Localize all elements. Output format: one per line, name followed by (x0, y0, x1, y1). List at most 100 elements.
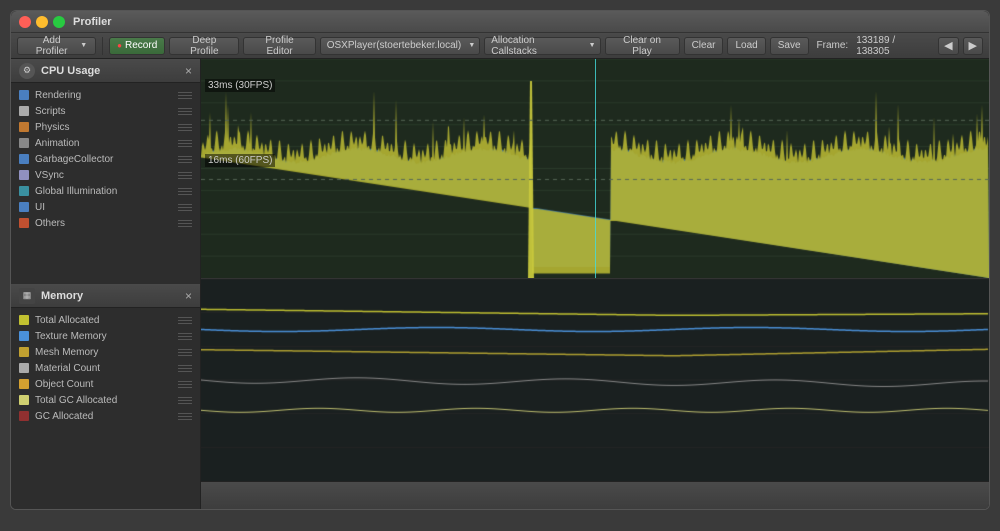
legend-line-1 (178, 156, 192, 157)
record-button[interactable]: ● Record (109, 37, 165, 55)
legend-color-swatch (19, 411, 29, 421)
legend-item-label: Total Allocated (35, 315, 100, 326)
legend-line-3 (178, 323, 192, 324)
legend-lines (178, 397, 192, 404)
legend-line-3 (178, 210, 192, 211)
legend-color-swatch (19, 170, 29, 180)
main-content: ⚙ CPU Usage × Rendering Scripts Physics (11, 59, 989, 509)
legend-lines (178, 92, 192, 99)
legend-line-2 (178, 159, 192, 160)
allocation-dropdown-label: Allocation Callstacks (491, 35, 581, 57)
profile-editor-button[interactable]: Profile Editor (243, 37, 315, 55)
legend-line-1 (178, 381, 192, 382)
save-button[interactable]: Save (770, 37, 809, 55)
legend-line-3 (178, 114, 192, 115)
cpu-legend-list: Rendering Scripts Physics (11, 83, 200, 284)
next-icon: ▶ (969, 39, 977, 52)
next-frame-button[interactable]: ▶ (963, 37, 983, 55)
legend-color-swatch (19, 202, 29, 212)
legend-line-1 (178, 317, 192, 318)
legend-color-swatch (19, 315, 29, 325)
legend-line-1 (178, 124, 192, 125)
memory-panel-close-button[interactable]: × (185, 290, 192, 302)
cpu-33ms-label: 33ms (30FPS) (205, 79, 275, 92)
legend-lines (178, 204, 192, 211)
clear-on-play-label: Clear on Play (613, 35, 672, 57)
legend-item-label: Texture Memory (35, 331, 107, 342)
target-dropdown[interactable]: OSXPlayer(stoertebeker.local) (320, 37, 481, 55)
legend-lines (178, 413, 192, 420)
legend-line-3 (178, 146, 192, 147)
load-label: Load (735, 40, 757, 51)
legend-line-2 (178, 111, 192, 112)
window-controls (19, 16, 65, 28)
legend-color-swatch (19, 379, 29, 389)
legend-item-label: GarbageCollector (35, 154, 113, 165)
maximize-button[interactable] (53, 16, 65, 28)
legend-item-label: Material Count (35, 363, 100, 374)
legend-color-swatch (19, 138, 29, 148)
cpu-chart[interactable]: 33ms (30FPS) 16ms (60FPS) (201, 59, 989, 279)
legend-item-label: Global Illumination (35, 186, 117, 197)
legend-color-swatch (19, 154, 29, 164)
legend-item-label: Others (35, 218, 65, 229)
memory-legend-item: Total Allocated (11, 312, 200, 328)
legend-color-swatch (19, 90, 29, 100)
legend-line-2 (178, 223, 192, 224)
legend-line-1 (178, 413, 192, 414)
load-button[interactable]: Load (727, 37, 765, 55)
add-profiler-label: Add Profiler (26, 35, 77, 57)
right-panel: 33ms (30FPS) 16ms (60FPS) (201, 59, 989, 509)
frame-value: 133189 / 138305 (856, 35, 930, 57)
prev-icon: ◀ (944, 39, 952, 52)
legend-item-label: Object Count (35, 379, 93, 390)
window-title: Profiler (73, 16, 112, 28)
memory-panel-title: Memory (41, 290, 83, 302)
legend-line-3 (178, 194, 192, 195)
legend-item-label: GC Allocated (35, 411, 93, 422)
allocation-dropdown[interactable]: Allocation Callstacks (484, 37, 600, 55)
add-profiler-button[interactable]: Add Profiler ▼ (17, 37, 96, 55)
legend-line-2 (178, 95, 192, 96)
legend-line-3 (178, 162, 192, 163)
cpu-legend-item: Others (11, 215, 200, 231)
legend-item-label: Mesh Memory (35, 347, 98, 358)
clear-on-play-button[interactable]: Clear on Play (605, 37, 680, 55)
left-panel: ⚙ CPU Usage × Rendering Scripts Physics (11, 59, 201, 509)
legend-line-2 (178, 384, 192, 385)
legend-item-label: Rendering (35, 90, 81, 101)
memory-legend-item: GC Allocated (11, 408, 200, 424)
legend-lines (178, 349, 192, 356)
minimize-button[interactable] (36, 16, 48, 28)
legend-lines (178, 317, 192, 324)
legend-color-swatch (19, 331, 29, 341)
legend-item-label: Scripts (35, 106, 66, 117)
legend-line-2 (178, 352, 192, 353)
close-button[interactable] (19, 16, 31, 28)
legend-line-3 (178, 226, 192, 227)
legend-line-2 (178, 127, 192, 128)
title-bar: Profiler (11, 11, 989, 33)
frame-label: Frame: (817, 40, 849, 51)
cpu-panel-close-button[interactable]: × (185, 65, 192, 77)
legend-lines (178, 172, 192, 179)
legend-line-3 (178, 339, 192, 340)
legend-item-label: UI (35, 202, 45, 213)
cpu-legend-item: Animation (11, 135, 200, 151)
cpu-legend-item: Rendering (11, 87, 200, 103)
dropdown-arrow-icon: ▼ (80, 42, 87, 49)
legend-line-1 (178, 172, 192, 173)
cpu-icon: ⚙ (19, 63, 35, 79)
profiler-window: Profiler Add Profiler ▼ ● Record Deep Pr… (10, 10, 990, 510)
prev-frame-button[interactable]: ◀ (938, 37, 958, 55)
legend-line-1 (178, 140, 192, 141)
cpu-16ms-label: 16ms (60FPS) (205, 154, 275, 167)
deep-profile-button[interactable]: Deep Profile (169, 37, 239, 55)
legend-item-label: VSync (35, 170, 64, 181)
clear-button[interactable]: Clear (684, 37, 724, 55)
legend-line-3 (178, 387, 192, 388)
cursor-line (595, 59, 596, 278)
legend-color-swatch (19, 186, 29, 196)
legend-line-2 (178, 175, 192, 176)
memory-chart[interactable] (201, 279, 989, 481)
